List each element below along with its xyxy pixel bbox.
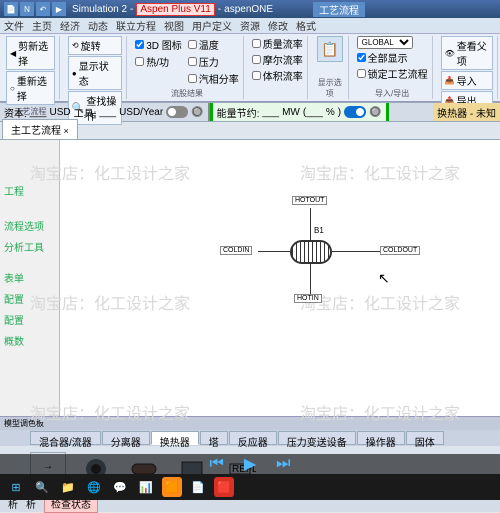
suite-name: aspenONE [224,4,273,15]
chk-lock[interactable]: 锁定工艺流程 [357,66,428,81]
video-controls: ⏮ ▶ ⏭ [0,454,500,474]
ribbon: ◀剪新选择 ○重新选择 工艺流程 ⟲旋转 ●显示状态 🔍查找操作 3D 图标 温… [0,34,500,102]
palette-tab[interactable]: 分离器 [102,431,150,445]
flowsheet-canvas[interactable]: 淘宝店：化工设计之家 淘宝店：化工设计之家 淘宝店：化工设计之家 淘宝店：化工设… [60,140,500,416]
chk-vapor[interactable]: 汽相分率 [188,70,239,87]
chk-heat[interactable]: 热/功 [135,53,182,70]
ribbon-btn[interactable]: 👁查看父项 [441,36,493,70]
palette-tab[interactable]: 操作器 [357,431,405,445]
app-icon[interactable]: 📊 [136,477,156,497]
sidebar-item[interactable]: 表单 [0,267,59,288]
palette-tab[interactable]: 塔 [200,431,228,445]
sidebar: 工程 流程选项 分析工具 表单 配置 配置 概数 [0,140,60,416]
display-options-icon[interactable]: 📋 [317,36,343,62]
play-icon[interactable]: ▶ [244,454,256,474]
chk-mass[interactable]: 质量流率 [252,36,303,51]
search-icon[interactable]: 🔍 [32,477,52,497]
chk-3d[interactable]: 3D 图标 [135,36,182,53]
palette-tab[interactable]: 压力变送设备 [278,431,356,445]
stream-hotout[interactable]: HOTOUT [292,196,327,205]
menu-item[interactable]: 修改 [268,18,288,33]
menu-item[interactable]: 文件 [4,18,24,33]
sidebar-item[interactable]: 流程选项 [0,215,59,236]
ribbon-btn[interactable]: ◀剪新选择 [6,36,55,70]
menu-item[interactable]: 格式 [296,18,316,33]
menu-item[interactable]: 动态 [88,18,108,33]
ribbon-btn[interactable]: ●显示状态 [68,56,122,90]
menu-item[interactable]: 资源 [240,18,260,33]
palette-tab[interactable]: 混合器/流器 [30,431,101,445]
ribbon-btn[interactable]: ○重新选择 [6,71,55,105]
start-icon[interactable]: ⊞ [6,477,26,497]
menu-item[interactable]: 经济 [60,18,80,33]
energy-toggle[interactable] [344,106,366,118]
menu-bar: 文件 主页 经济 动态 联立方程 视图 用户定义 资源 修改 格式 [0,18,500,34]
sim-name: Simulation 2 [72,4,127,15]
sidebar-item[interactable]: 分析工具 [0,236,59,257]
mouse-cursor: ↖ [378,270,390,287]
chk-showall[interactable]: 全部显示 [357,50,428,65]
sidebar-item[interactable]: 配置 [0,288,59,309]
explorer-icon[interactable]: 📁 [58,477,78,497]
prev-icon[interactable]: ⏮ [209,455,223,473]
edge-icon[interactable]: 🌐 [84,477,104,497]
scope-select[interactable]: GLOBAL [357,36,413,49]
palette-tab[interactable]: 换热器 [151,431,199,445]
block-label: B1 [314,226,324,235]
qat-icon[interactable]: 📄 [4,2,18,16]
title-extra: 工艺流程 [313,2,365,17]
menu-item[interactable]: 联立方程 [116,18,156,33]
sidebar-item[interactable]: 概数 [0,330,59,351]
palette-tab[interactable]: 反应器 [229,431,277,445]
app-icon[interactable]: 🟥 [214,477,234,497]
sidebar-item[interactable]: 配置 [0,309,59,330]
chk-mole[interactable]: 摩尔流率 [252,52,303,67]
stream-coldout[interactable]: COLDOUT [380,246,420,255]
app-icon[interactable]: 📄 [188,477,208,497]
next-icon[interactable]: ⏭ [276,455,290,473]
chk-temp[interactable]: 温度 [188,36,239,53]
app-icon[interactable]: 🟧 [162,477,182,497]
stream-coldin[interactable]: COLDIN [220,246,252,255]
tab-main-flowsheet[interactable]: 主工艺流程 × [2,119,78,139]
taskbar: ⊞ 🔍 📁 🌐 💬 📊 🟧 📄 🟥 [0,474,500,500]
menu-item[interactable]: 主页 [32,18,52,33]
palette-tab[interactable]: 固体 [406,431,444,445]
chk-vol[interactable]: 体积流率 [252,68,303,83]
sidebar-item[interactable]: 工程 [0,180,59,201]
qat-icon[interactable]: ↶ [36,2,50,16]
chk-press[interactable]: 压力 [188,53,239,70]
app-version: Aspen Plus V11 [136,3,214,16]
stream-hotin[interactable]: HOTIN [294,294,322,303]
qat-icon[interactable]: N [20,2,34,16]
wechat-icon[interactable]: 💬 [110,477,130,497]
menu-item[interactable]: 视图 [164,18,184,33]
cost-toggle[interactable] [166,106,188,118]
title-bar: 📄 N ↶ ▶ Simulation 2 - Aspen Plus V11 - … [0,0,500,18]
menu-item[interactable]: 用户定义 [192,18,232,33]
doc-tabs: 主工艺流程 × [0,122,500,140]
qat-icon[interactable]: ▶ [52,2,66,16]
ribbon-btn[interactable]: 📥导入 [441,71,493,90]
ribbon-btn[interactable]: ⟲旋转 [68,36,122,55]
block-heatx[interactable] [290,240,332,264]
